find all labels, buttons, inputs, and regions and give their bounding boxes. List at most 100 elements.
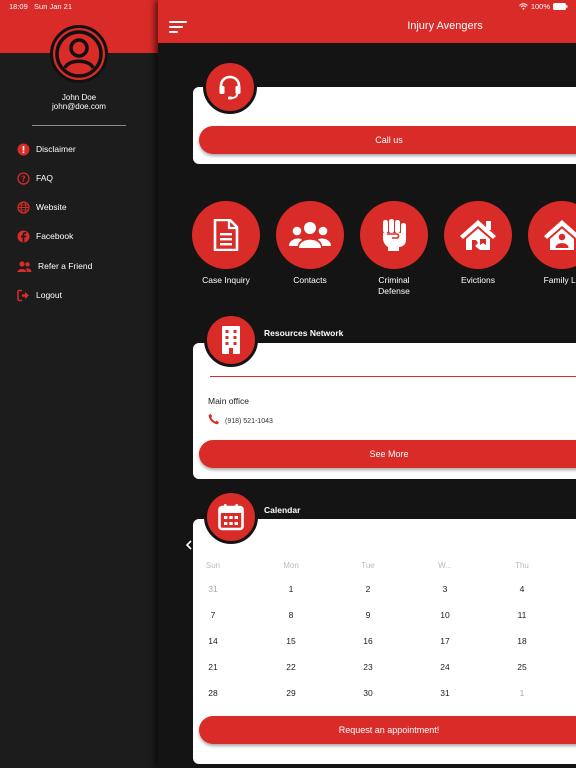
sidebar-item-label: Website: [36, 202, 67, 212]
calendar-day[interactable]: 30: [353, 688, 383, 698]
wifi-icon: [518, 3, 528, 10]
calendar-day[interactable]: 1: [276, 584, 306, 594]
category-circle: [192, 201, 260, 269]
logout-icon: [17, 289, 30, 302]
group-icon: [289, 222, 331, 248]
category-label: Case Inquiry: [202, 275, 250, 285]
sidebar-item-facebook[interactable]: Facebook: [17, 228, 73, 244]
sidebar-item-label: Disclaimer: [36, 144, 76, 154]
weekday-header: Tue: [361, 561, 375, 570]
house-broken-icon: [460, 220, 496, 250]
category-criminal-defense[interactable]: Criminal Defense: [359, 201, 429, 297]
calendar-day[interactable]: 17: [430, 636, 460, 646]
calendar-day[interactable]: 21: [198, 662, 228, 672]
battery-icon: [553, 3, 568, 10]
status-time-date: 18:09 Sun Jan 21: [9, 2, 72, 11]
calendar-day[interactable]: 18: [507, 636, 537, 646]
call-us-button[interactable]: Call us: [199, 126, 576, 154]
category-family-law[interactable]: Family La: [527, 201, 576, 286]
sidebar-item-faq[interactable]: ? FAQ: [17, 170, 53, 186]
category-circle: [360, 201, 428, 269]
calendar-title: Calendar: [264, 505, 301, 515]
resources-title: Resources Network: [264, 328, 344, 338]
calendar-day[interactable]: 22: [276, 662, 306, 672]
sidebar-item-refer-a-friend[interactable]: Refer a Friend: [17, 258, 92, 274]
see-more-button[interactable]: See More: [199, 440, 576, 468]
sidebar-item-label: Facebook: [36, 231, 74, 241]
category-label: Family La: [543, 275, 576, 285]
avatar[interactable]: [50, 25, 108, 83]
calendar-day[interactable]: 29: [276, 688, 306, 698]
page-title: Injury Avengers: [407, 20, 483, 32]
globe-icon: [17, 200, 30, 214]
phone-icon: [208, 413, 219, 425]
calendar-day[interactable]: 3: [430, 584, 460, 594]
weekday-header: Mon: [283, 561, 299, 570]
sidebar-item-label: Logout: [36, 290, 62, 300]
status-date: Sun Jan 21: [34, 2, 72, 11]
office-label: Main office: [208, 396, 249, 406]
user-email: john@doe.com: [52, 102, 106, 111]
document-icon: [213, 219, 239, 251]
calendar-day[interactable]: 10: [430, 610, 460, 620]
building-badge: [204, 313, 258, 367]
sidebar: 18:09 Sun Jan 21 John Doe john@doe.com D…: [0, 0, 158, 768]
calendar-day[interactable]: 15: [276, 636, 306, 646]
exclamation-icon: [17, 143, 30, 156]
calendar-day[interactable]: 14: [198, 636, 228, 646]
chevron-left-icon[interactable]: [185, 540, 193, 550]
category-label: Evictions: [460, 275, 495, 285]
question-icon: ?: [17, 171, 30, 185]
category-case-inquiry[interactable]: Case Inquiry: [191, 201, 261, 286]
sidebar-item-label: FAQ: [36, 173, 54, 183]
category-label: Criminal Defense: [378, 275, 410, 296]
calendar-day[interactable]: 11: [507, 610, 537, 620]
calendar-day[interactable]: 1: [507, 688, 537, 698]
category-circle: [528, 201, 576, 269]
category-evictions[interactable]: Evictions: [443, 201, 513, 286]
phone-number: (918) 521-1043: [225, 417, 273, 425]
resources-divider: [210, 376, 576, 377]
users-icon: [17, 260, 32, 273]
request-appointment-button[interactable]: Request an appointment!: [199, 716, 576, 744]
status-indicators: 100%: [518, 2, 568, 11]
battery-percent: 100%: [530, 2, 550, 11]
user-name: John Doe: [61, 93, 97, 102]
sidebar-item-disclaimer[interactable]: Disclaimer: [17, 141, 76, 157]
office-phone[interactable]: (918) 521-1043: [208, 413, 273, 425]
category-contacts[interactable]: Contacts: [275, 201, 345, 286]
top-bar: Injury Avengers 100%: [158, 0, 576, 43]
weekday-header: Sun: [205, 561, 221, 570]
facebook-icon: [17, 230, 30, 243]
headset-icon: [219, 75, 241, 100]
calendar-day[interactable]: 9: [353, 610, 383, 620]
status-time: 18:09: [9, 2, 28, 11]
calendar-day[interactable]: 25: [507, 662, 537, 672]
calendar-day[interactable]: 28: [198, 688, 228, 698]
calendar-day[interactable]: 8: [276, 610, 306, 620]
fist-icon: [383, 219, 406, 251]
category-circle: [276, 201, 344, 269]
calendar-day[interactable]: 23: [353, 662, 383, 672]
calendar-day[interactable]: 4: [507, 584, 537, 594]
category-label: Contacts: [293, 275, 327, 285]
calendar-badge: [204, 490, 258, 544]
category-circle: [444, 201, 512, 269]
sidebar-item-website[interactable]: Website: [17, 199, 67, 215]
headset-badge: [203, 60, 257, 114]
sidebar-item-logout[interactable]: Logout: [17, 287, 62, 303]
main-content: Injury Avengers 100% Call us Case Inquir…: [158, 0, 576, 768]
calendar-day[interactable]: 2: [353, 584, 383, 594]
calendar-day[interactable]: 7: [198, 610, 228, 620]
calendar-day[interactable]: 31: [198, 584, 228, 594]
user-circle-icon: [55, 30, 103, 78]
sidebar-divider: [32, 125, 126, 126]
calendar-day[interactable]: 31: [430, 688, 460, 698]
sidebar-item-label: Refer a Friend: [38, 261, 93, 271]
calendar-day[interactable]: 16: [353, 636, 383, 646]
weekday-header: Thu: [515, 561, 529, 570]
house-person-icon: [544, 220, 576, 250]
calendar-day[interactable]: 24: [430, 662, 460, 672]
svg-text:?: ?: [21, 174, 26, 183]
weekday-header: W...: [438, 561, 452, 570]
